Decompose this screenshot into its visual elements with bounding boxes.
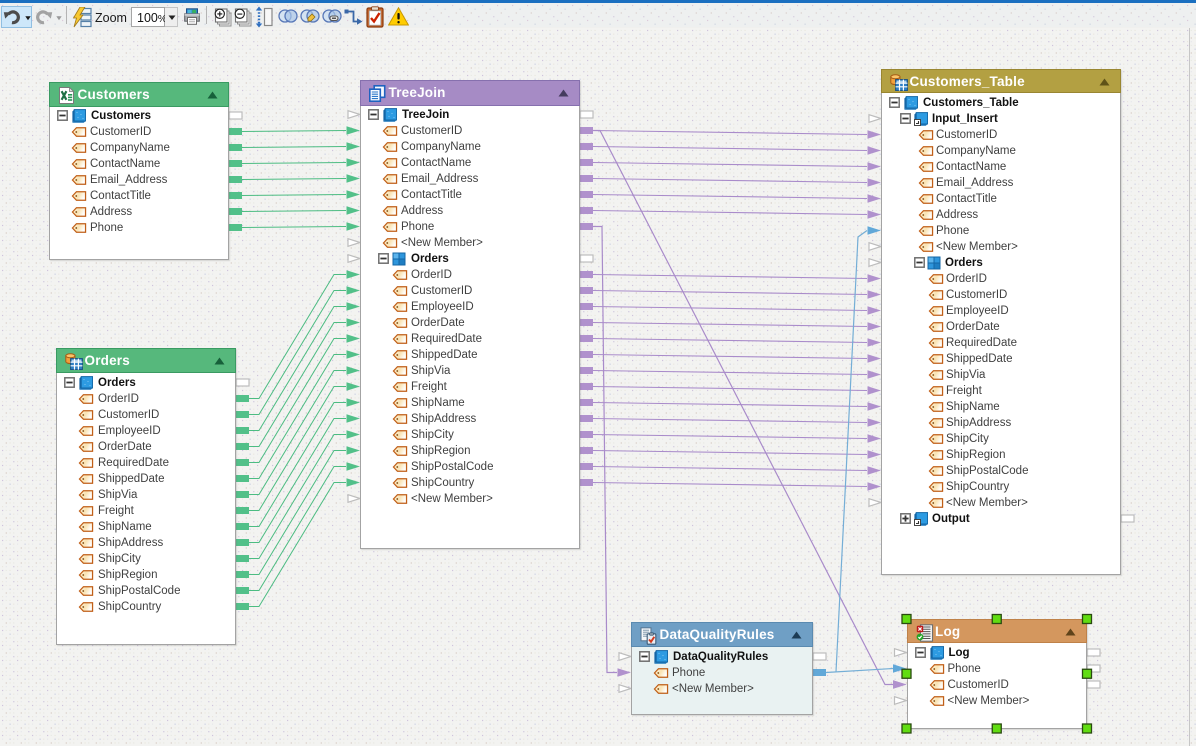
svg-text:−: − xyxy=(237,9,243,20)
svg-text:+: + xyxy=(217,9,223,20)
